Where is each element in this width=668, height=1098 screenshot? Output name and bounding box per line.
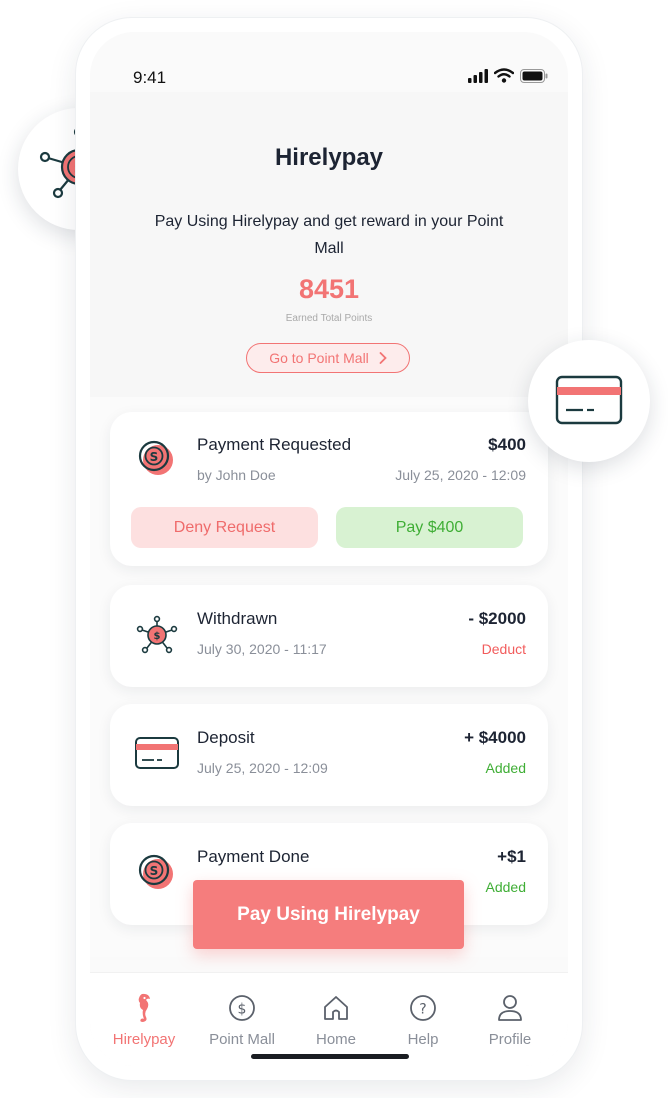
transaction-amount: - $2000 — [468, 609, 526, 628]
go-to-point-mall-button[interactable]: Go to Point Mall — [246, 343, 410, 373]
wifi-icon — [494, 68, 514, 83]
pay-using-hirelypay-button[interactable]: Pay Using Hirelypay — [193, 880, 464, 949]
transaction-amount: $400 — [488, 435, 526, 454]
tab-label: Help — [407, 1031, 439, 1048]
tab-label: Point Mall — [209, 1031, 275, 1048]
transaction-subtitle: by John Doe — [197, 467, 276, 483]
chevron-right-icon — [379, 352, 387, 364]
user-icon — [498, 995, 522, 1021]
transaction-title: Payment Requested — [197, 435, 352, 454]
tab-label: Hirelypay — [112, 1031, 176, 1048]
transaction-amount: + $4000 — [464, 728, 526, 747]
transaction-date: July 25, 2020 - 12:09 — [395, 467, 526, 483]
coin-cycle-icon: S — [138, 440, 173, 475]
tab-hirelypay[interactable]: Hirelypay — [99, 991, 189, 1048]
card-badge — [528, 340, 650, 462]
status-time: 9:41 — [133, 68, 167, 87]
battery-icon — [520, 68, 548, 83]
transaction-date: July 30, 2020 - 11:17 — [197, 641, 327, 657]
header-subtitle: Pay Using Hirelypay and get reward in yo… — [154, 213, 504, 257]
coin-cycle-icon: S — [138, 854, 173, 889]
transaction-status: Deduct — [481, 641, 526, 657]
phone-frame: 9:41 Hirelypay Pay Using Hirelypay and g… — [76, 18, 582, 1080]
transaction-title: Payment Done — [197, 847, 310, 866]
deny-request-button[interactable]: Deny Request — [131, 507, 318, 548]
home-indicator — [251, 1054, 409, 1059]
transaction-status: Added — [485, 879, 526, 895]
home-icon — [324, 996, 348, 1020]
app-screen: 9:41 Hirelypay Pay Using Hirelypay and g… — [90, 32, 568, 1066]
credit-card-icon — [555, 375, 623, 425]
transaction-list: S Payment Requested by John Doe $400 Jul… — [90, 397, 568, 957]
tab-home[interactable]: Home — [291, 991, 381, 1048]
transaction-card-withdrawn: $ Withdrawn July 30, 2020 - 11:17 - $200… — [110, 585, 548, 687]
credit-card-icon — [135, 737, 179, 769]
seahorse-icon — [138, 993, 150, 1022]
transaction-title: Deposit — [197, 728, 255, 747]
bottom-tab-bar: Hirelypay $ Point Mall Home ? Help Profi… — [90, 972, 568, 1066]
transaction-date: July 25, 2020 - 12:09 — [197, 760, 328, 776]
transaction-card-payment-requested: S Payment Requested by John Doe $400 Jul… — [110, 412, 548, 566]
pay-request-button[interactable]: Pay $400 — [336, 507, 523, 548]
transaction-card-deposit: Deposit July 25, 2020 - 12:09 + $4000 Ad… — [110, 704, 548, 806]
network-dollar-icon: $ — [136, 615, 178, 654]
transaction-amount: +$1 — [497, 847, 526, 866]
tab-profile[interactable]: Profile — [465, 991, 555, 1048]
signal-icon — [468, 68, 488, 83]
svg-text:S: S — [150, 450, 159, 464]
tab-help[interactable]: ? Help — [378, 991, 468, 1048]
question-icon: ? — [410, 995, 436, 1021]
transaction-status: Added — [485, 760, 526, 776]
status-icons — [468, 68, 548, 83]
svg-text:$: $ — [154, 631, 161, 642]
page-title: Hirelypay — [274, 144, 384, 171]
go-to-point-mall-label: Go to Point Mall — [269, 350, 369, 366]
header: Hirelypay Pay Using Hirelypay and get re… — [90, 92, 568, 397]
tab-label: Home — [315, 1031, 356, 1048]
transaction-title: Withdrawn — [197, 609, 278, 628]
status-bar: 9:41 — [90, 32, 568, 92]
points-label: Earned Total Points — [285, 313, 373, 324]
tab-label: Profile — [488, 1031, 532, 1048]
dollar-circle-icon: $ — [229, 995, 255, 1021]
svg-text:?: ? — [419, 1002, 426, 1018]
svg-text:$: $ — [238, 1002, 247, 1018]
points-value: 8451 — [298, 274, 360, 304]
tab-point-mall[interactable]: $ Point Mall — [197, 991, 287, 1048]
svg-text:S: S — [150, 864, 159, 878]
